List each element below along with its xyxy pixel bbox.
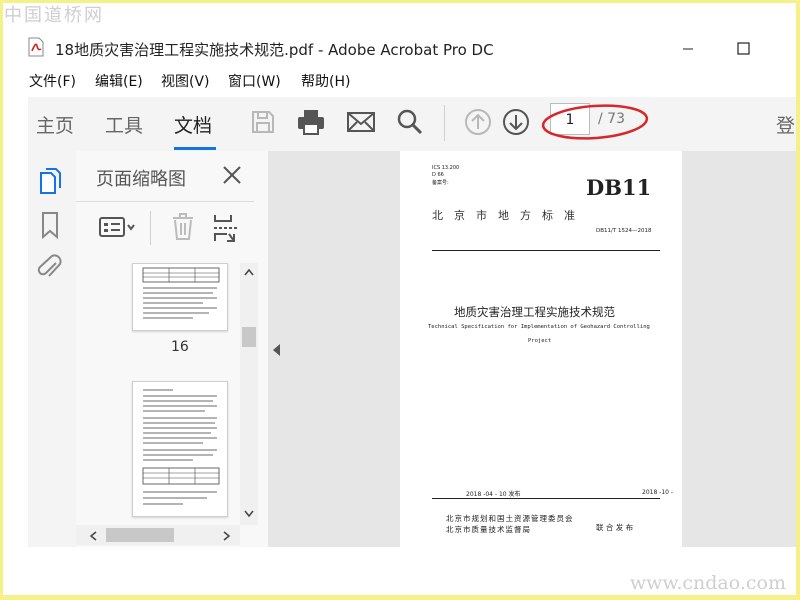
doc-bottom-rule [432,498,660,499]
scroll-left-arrow-icon [89,531,97,541]
panel-title: 页面缩略图 [96,169,186,190]
scroll-up-arrow-icon [244,268,254,276]
doc-issuer-1: 北京市规划和国土资源管理委员会 [446,514,574,523]
insert-page-icon [214,215,238,242]
thumbnails-panel: 页面缩略图 16 [76,151,269,547]
doc-title-cn: 地质灾害治理工程实施技术规范 [454,305,615,319]
menu-file[interactable]: 文件(F) [29,71,76,91]
thumbnail-options-button[interactable] [98,215,138,243]
maximize-icon [737,42,750,55]
page-thumbnails-icon [40,168,61,194]
doc-top-rule [432,250,660,251]
delete-page-icon [173,213,193,240]
page-thumbnails-button[interactable] [38,167,62,199]
app-frame: 18地质灾害治理工程实施技术规范.pdf - Adobe Acrobat Pro… [3,3,796,595]
toolbar-divider [444,105,445,141]
thumbnail-page-number: 16 [171,339,189,355]
menu-bar: 文件(F) 编辑(E) 视图(V) 窗口(W) 帮助(H) [3,67,796,91]
previous-page-button[interactable] [464,108,492,140]
doc-title-en-line2: Project [528,338,552,344]
email-button[interactable] [346,111,376,137]
sign-in-button[interactable]: 登 [776,111,795,138]
scroll-down-arrow-icon [244,510,254,518]
menu-window[interactable]: 窗口(W) [228,71,281,91]
bookmark-icon [42,212,58,240]
window-title: 18地质灾害治理工程实施技术规范.pdf - Adobe Acrobat Pro… [55,41,494,59]
scroll-right-arrow-icon [223,531,231,541]
doc-effective-date: 2018 -10 - [642,489,674,496]
print-button[interactable] [296,108,326,140]
doc-title-en-line1: Technical Specification for Implementati… [428,324,650,330]
email-icon [347,112,375,132]
menu-edit[interactable]: 编辑(E) [95,71,143,91]
tab-home[interactable]: 主页 [36,111,74,138]
next-page-button[interactable] [502,108,530,140]
attachments-button[interactable] [36,253,64,287]
thumbnail-options-icon [99,217,135,237]
page-16-preview [142,267,220,319]
doc-ics: ICS 13.200 [432,165,460,171]
menu-help[interactable]: 帮助(H) [301,71,350,91]
vertical-scroll-thumb[interactable] [242,327,256,347]
collapse-arrow-icon[interactable] [272,343,282,357]
red-annotation-ellipse [541,104,649,140]
doc-standard-type: 北 京 市 地 方 标 准 [432,209,575,222]
horizontal-scroll-thumb[interactable] [106,528,174,542]
thumbnails-vertical-scrollbar[interactable] [240,263,258,525]
previous-page-icon [465,109,491,135]
doc-issue-date: 2018 -04 - 10 发布 [466,491,521,498]
close-icon [223,166,241,184]
watermark-bottom: www.cndao.com [629,572,786,594]
minimize-button[interactable] [675,36,701,60]
navigation-pane [28,151,77,547]
bookmarks-button[interactable] [40,211,60,243]
doc-record-no: 备案号: [432,180,449,186]
minimize-icon [683,48,693,50]
panel-toolbar-divider [150,211,151,245]
active-tab-indicator [174,147,216,150]
search-icon [397,109,423,135]
save-button[interactable] [250,109,276,139]
toolbar: 主页 工具 文档 1 / 73 登 [28,97,796,152]
insert-page-button[interactable] [212,213,240,247]
doc-classification: D 66 [432,172,444,178]
next-page-icon [503,109,529,135]
menu-view[interactable]: 视图(V) [161,71,210,91]
tab-document[interactable]: 文档 [174,111,212,138]
panel-divider [76,201,254,202]
save-icon [252,111,274,133]
thumbnails-horizontal-scrollbar[interactable] [76,525,240,545]
document-page: ICS 13.200 D 66 备案号: DB11 北 京 市 地 方 标 准 … [400,151,682,547]
doc-joint-release: 联 合 发 布 [596,523,634,532]
pdf-file-icon [28,37,44,57]
doc-issuer-2: 北京市质量技术监督局 [446,525,531,534]
attachment-icon [37,254,62,277]
document-view: ICS 13.200 D 66 备案号: DB11 北 京 市 地 方 标 准 … [268,151,796,547]
doc-standard-no: DB11/T 1524—2018 [596,228,652,234]
watermark-top: 中国道桥网 [4,5,104,26]
tab-tools[interactable]: 工具 [105,111,143,138]
page-17-preview [142,389,220,505]
maximize-button[interactable] [730,36,756,60]
thumbnail-page-16[interactable] [132,263,228,331]
search-button[interactable] [396,108,424,140]
thumbnail-page-17[interactable] [132,381,228,517]
doc-code: DB11 [586,175,652,200]
delete-page-button[interactable] [171,213,195,245]
close-panel-button[interactable] [221,164,243,190]
print-icon [298,110,324,135]
